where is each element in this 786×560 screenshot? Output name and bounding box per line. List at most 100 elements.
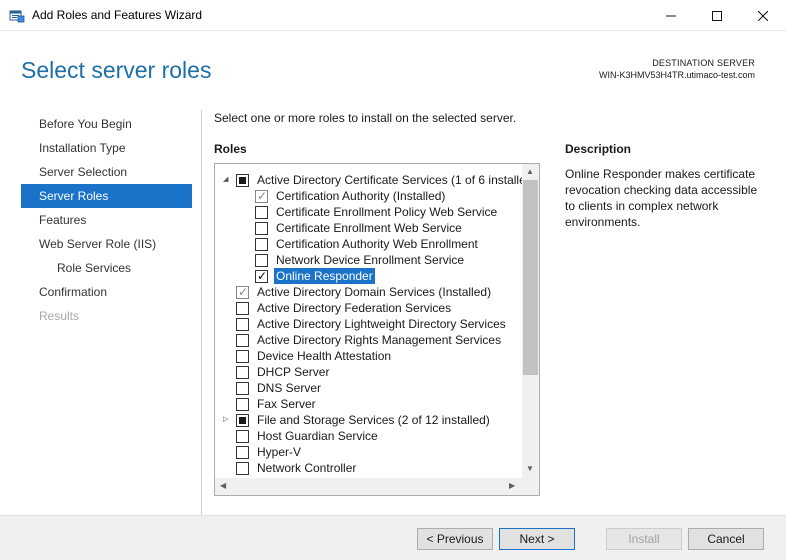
page-title: Select server roles [21, 57, 212, 83]
wizard-header: Select server roles DESTINATION SERVER W… [0, 31, 786, 97]
role-row[interactable]: Active Directory Rights Management Servi… [215, 332, 522, 348]
role-checkbox[interactable] [236, 302, 249, 315]
role-row[interactable]: DHCP Server [215, 364, 522, 380]
maximize-icon [712, 10, 722, 21]
role-label[interactable]: Certification Authority (Installed) [276, 188, 445, 204]
nav-item-confirmation[interactable]: Confirmation [21, 280, 192, 304]
nav-item-results: Results [39, 309, 80, 323]
role-row[interactable]: ✓ Certification Authority (Installed) [215, 188, 522, 204]
role-label[interactable]: Active Directory Lightweight Directory S… [257, 316, 506, 332]
expand-arrow-icon[interactable]: ▷ [223, 416, 231, 424]
role-checkbox[interactable] [236, 174, 249, 187]
role-label[interactable]: Fax Server [257, 396, 316, 412]
role-checkbox[interactable] [236, 318, 249, 331]
scroll-down-icon[interactable]: ▼ [526, 464, 534, 473]
role-row[interactable]: Host Guardian Service [215, 428, 522, 444]
wizard-footer: < Previous Next > Install Cancel [0, 515, 786, 560]
role-checkbox[interactable] [236, 366, 249, 379]
close-icon [758, 10, 768, 21]
role-checkbox[interactable] [236, 334, 249, 347]
nav-item-server-roles[interactable]: Server Roles [21, 184, 192, 208]
nav-item-before-you-begin[interactable]: Before You Begin [21, 112, 192, 136]
role-row[interactable]: Network Controller [215, 460, 522, 476]
minimize-icon [666, 15, 676, 16]
maximize-button[interactable] [694, 0, 740, 31]
role-row[interactable]: ▷ File and Storage Services (2 of 12 inst… [215, 412, 522, 428]
minimize-button[interactable] [648, 0, 694, 31]
role-checkbox[interactable] [236, 398, 249, 411]
role-label[interactable]: Hyper-V [257, 444, 301, 460]
role-label[interactable]: DHCP Server [257, 364, 329, 380]
description-text: Online Responder makes certificate revoc… [565, 167, 758, 229]
role-checkbox[interactable] [236, 462, 249, 475]
role-label[interactable]: DNS Server [257, 380, 321, 396]
scroll-right-icon[interactable]: ▶ [509, 481, 515, 490]
role-label[interactable]: Active Directory Domain Services (Instal… [257, 284, 491, 300]
role-row[interactable]: ✓ Active Directory Domain Services (Insta… [215, 284, 522, 300]
role-row[interactable]: Network Device Enrollment Service [215, 252, 522, 268]
description-heading: Description [565, 142, 632, 156]
role-checkbox[interactable] [236, 446, 249, 459]
role-row[interactable]: ◢ Active Directory Certificate Services (… [215, 172, 526, 188]
role-row[interactable]: Certification Authority Web Enrollment [215, 236, 522, 252]
role-label[interactable]: Active Directory Federation Services [257, 300, 451, 316]
vertical-scrollbar[interactable]: ▲ ▼ [522, 164, 539, 478]
scrollbar-thumb[interactable] [523, 180, 538, 375]
partial-check-icon [239, 417, 246, 424]
role-checkbox[interactable] [236, 350, 249, 363]
role-label[interactable]: Host Guardian Service [257, 428, 378, 444]
role-checkbox[interactable] [255, 206, 268, 219]
scroll-left-icon[interactable]: ◀ [220, 481, 226, 490]
nav-item-server-selection[interactable]: Server Selection [21, 160, 192, 184]
checkmark-icon: ✓ [257, 189, 268, 203]
role-row[interactable]: Certificate Enrollment Policy Web Servic… [215, 204, 522, 220]
role-checkbox[interactable] [236, 382, 249, 395]
install-button[interactable]: Install [606, 528, 682, 550]
role-label[interactable]: Device Health Attestation [257, 348, 391, 364]
role-checkbox[interactable] [255, 222, 268, 235]
role-checkbox[interactable]: ✓ [255, 269, 268, 283]
role-label[interactable]: Network Controller [257, 460, 356, 476]
horizontal-scrollbar[interactable]: ◀ ▶ [215, 478, 522, 495]
nav-divider [201, 110, 202, 515]
roles-tree[interactable]: ◢ Active Directory Certificate Services (… [214, 163, 540, 496]
role-label[interactable]: Certification Authority Web Enrollment [276, 236, 478, 252]
previous-button[interactable]: < Previous [417, 528, 493, 550]
wizard-nav: Before You Begin Installation Type Server … [21, 112, 192, 328]
role-checkbox[interactable] [255, 254, 268, 267]
nav-item-installation-type[interactable]: Installation Type [21, 136, 192, 160]
role-label[interactable]: Network Device Enrollment Service [276, 252, 464, 268]
cancel-button[interactable]: Cancel [688, 528, 764, 550]
nav-item-role-services[interactable]: Role Services [21, 256, 192, 280]
roles-tree-list: ◢ Active Directory Certificate Services (… [215, 172, 526, 476]
role-label[interactable]: File and Storage Services (2 of 12 insta… [257, 412, 490, 428]
checkmark-icon: ✓ [238, 285, 249, 299]
checkmark-icon: ✓ [257, 269, 268, 283]
role-row[interactable]: ✓ Online Responder [215, 268, 522, 284]
role-checkbox[interactable] [236, 414, 249, 427]
role-row[interactable]: Active Directory Federation Services [215, 300, 522, 316]
next-button[interactable]: Next > [499, 528, 575, 550]
role-checkbox: ✓ [236, 285, 249, 299]
role-label[interactable]: Certificate Enrollment Web Service [276, 220, 462, 236]
role-row[interactable]: Active Directory Lightweight Directory S… [215, 316, 522, 332]
scroll-up-icon[interactable]: ▲ [526, 167, 534, 176]
role-row[interactable]: Hyper-V [215, 444, 522, 460]
destination-server-label: DESTINATION SERVER [652, 58, 755, 68]
role-row[interactable]: Certificate Enrollment Web Service [215, 220, 522, 236]
nav-item-web-server-role-iis[interactable]: Web Server Role (IIS) [21, 232, 192, 256]
role-row[interactable]: DNS Server [215, 380, 522, 396]
nav-item-features[interactable]: Features [21, 208, 192, 232]
role-label[interactable]: Active Directory Rights Management Servi… [257, 332, 501, 348]
role-label[interactable]: Active Directory Certificate Services (1… [257, 172, 526, 188]
role-checkbox[interactable] [236, 430, 249, 443]
role-label[interactable]: Online Responder [274, 268, 375, 284]
role-row[interactable]: Fax Server [215, 396, 522, 412]
destination-server-name: WIN-K3HMV53H4TR.utimaco-test.com [598, 70, 755, 80]
role-row[interactable]: Device Health Attestation [215, 348, 522, 364]
role-label[interactable]: Certificate Enrollment Policy Web Servic… [276, 204, 497, 220]
collapse-arrow-icon[interactable]: ◢ [223, 176, 231, 184]
role-checkbox[interactable] [255, 238, 268, 251]
window-title: Add Roles and Features Wizard [32, 8, 203, 22]
close-button[interactable] [740, 0, 786, 31]
